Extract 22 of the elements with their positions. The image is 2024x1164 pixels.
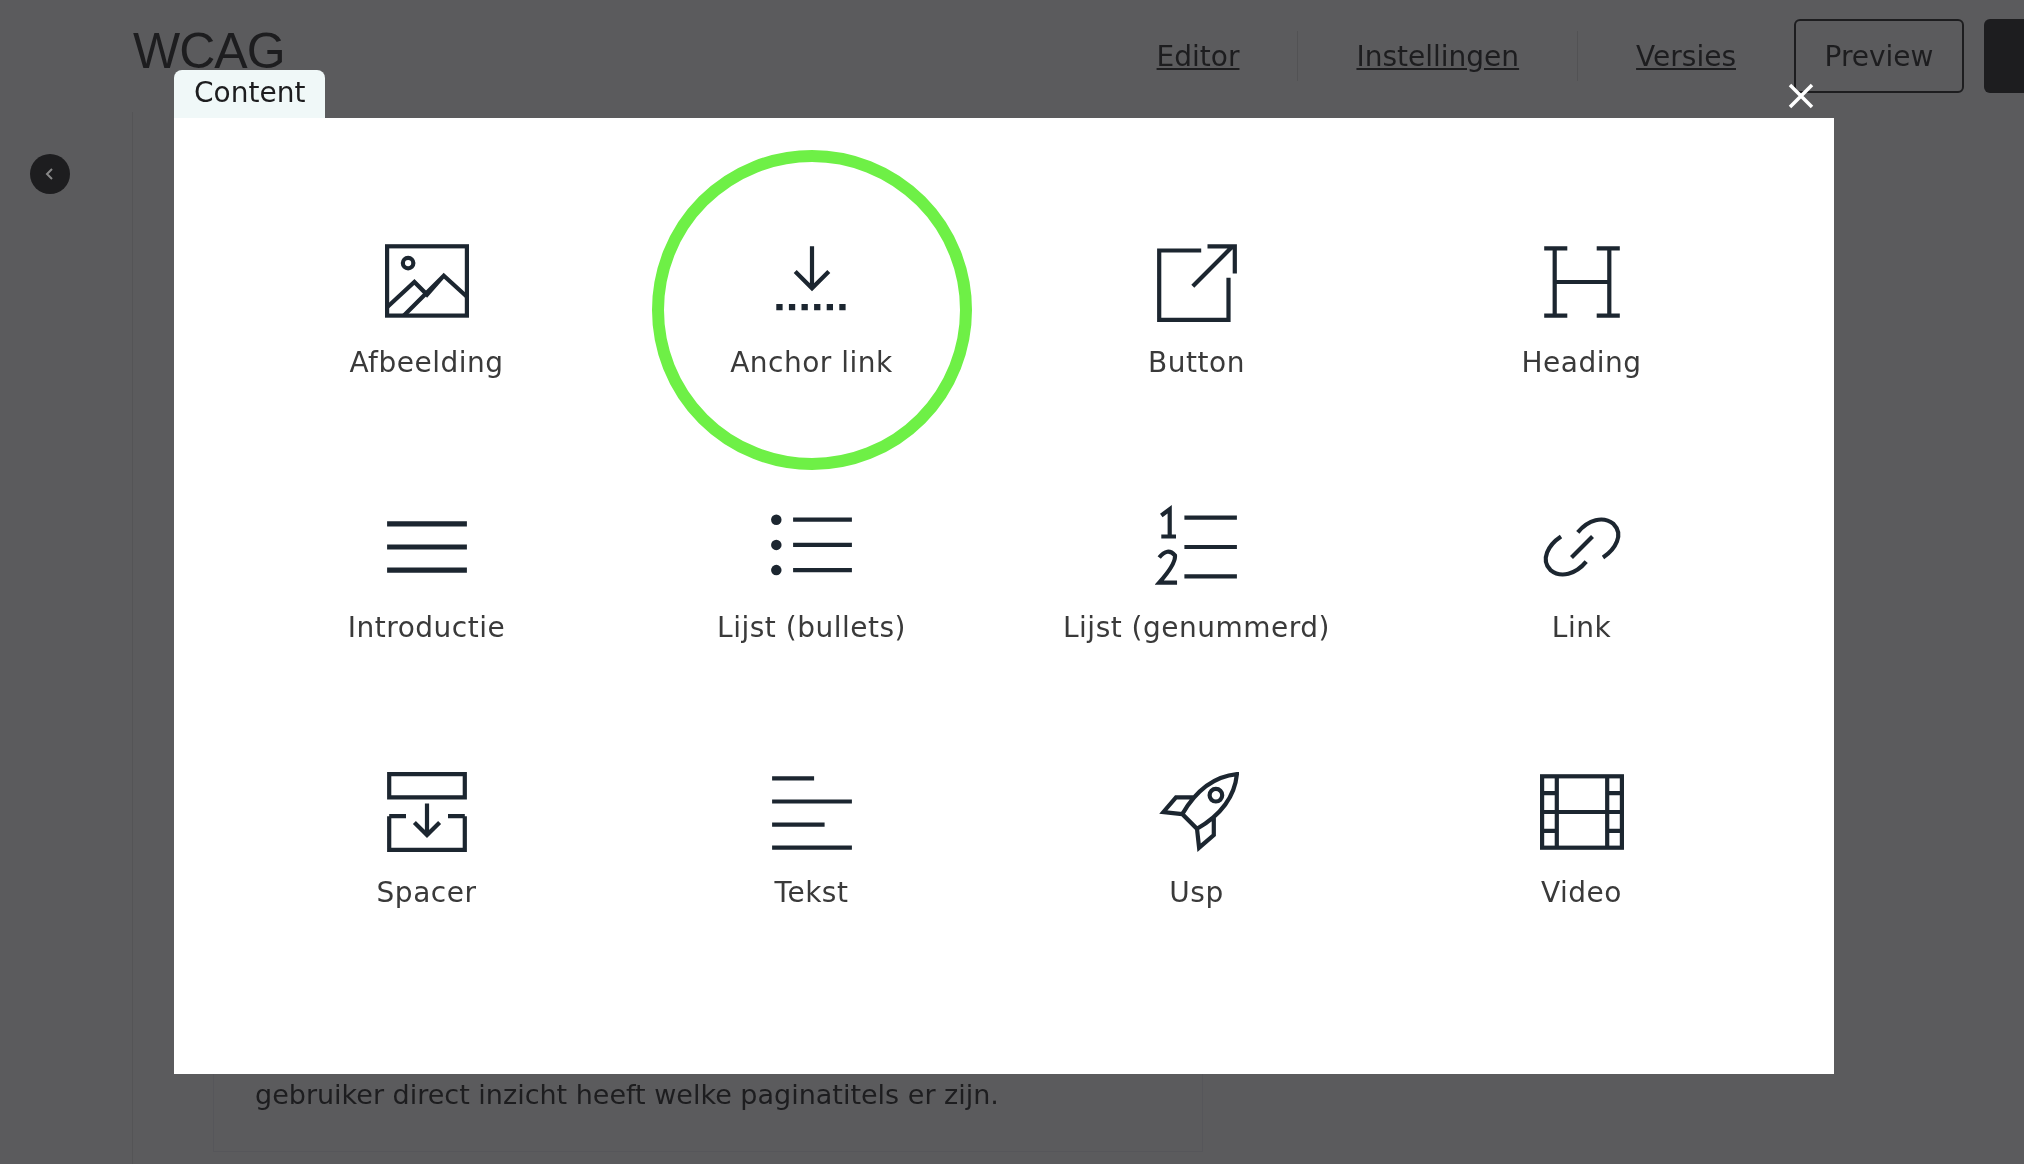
nav-link[interactable]: Versies: [1578, 39, 1794, 73]
block-type-label: Lijst (genummerd): [1062, 611, 1330, 644]
block-type-label: Anchor link: [730, 346, 893, 379]
block-type-label: Introductie: [347, 611, 506, 644]
block-type-label: Video: [1541, 876, 1622, 909]
block-type-label: Lijst (bullets): [717, 611, 906, 644]
back-button[interactable]: [30, 154, 70, 194]
content-tab[interactable]: Content: [174, 70, 326, 118]
close-icon[interactable]: [1788, 83, 1814, 109]
nav-link[interactable]: Instellingen: [1298, 39, 1578, 73]
paragraph-text: gebruiker direct inzicht heeft welke paginatitels er zijn.: [255, 1079, 999, 1110]
chevron-left-icon: [44, 166, 56, 182]
block-type-label: Button: [1148, 346, 1245, 379]
block-type-label: Afbeelding: [349, 346, 504, 379]
block-type-label: Link: [1551, 611, 1612, 644]
spacer-icon[interactable]: [384, 770, 469, 854]
block-type-label: Usp: [1169, 876, 1224, 909]
block-type-label: Heading: [1521, 346, 1642, 379]
nav-link[interactable]: Editor: [1098, 39, 1298, 73]
block-type-label: Tekst: [774, 876, 849, 909]
block-type-label: Spacer: [376, 876, 477, 909]
preview-button[interactable]: Preview: [1794, 19, 1964, 93]
